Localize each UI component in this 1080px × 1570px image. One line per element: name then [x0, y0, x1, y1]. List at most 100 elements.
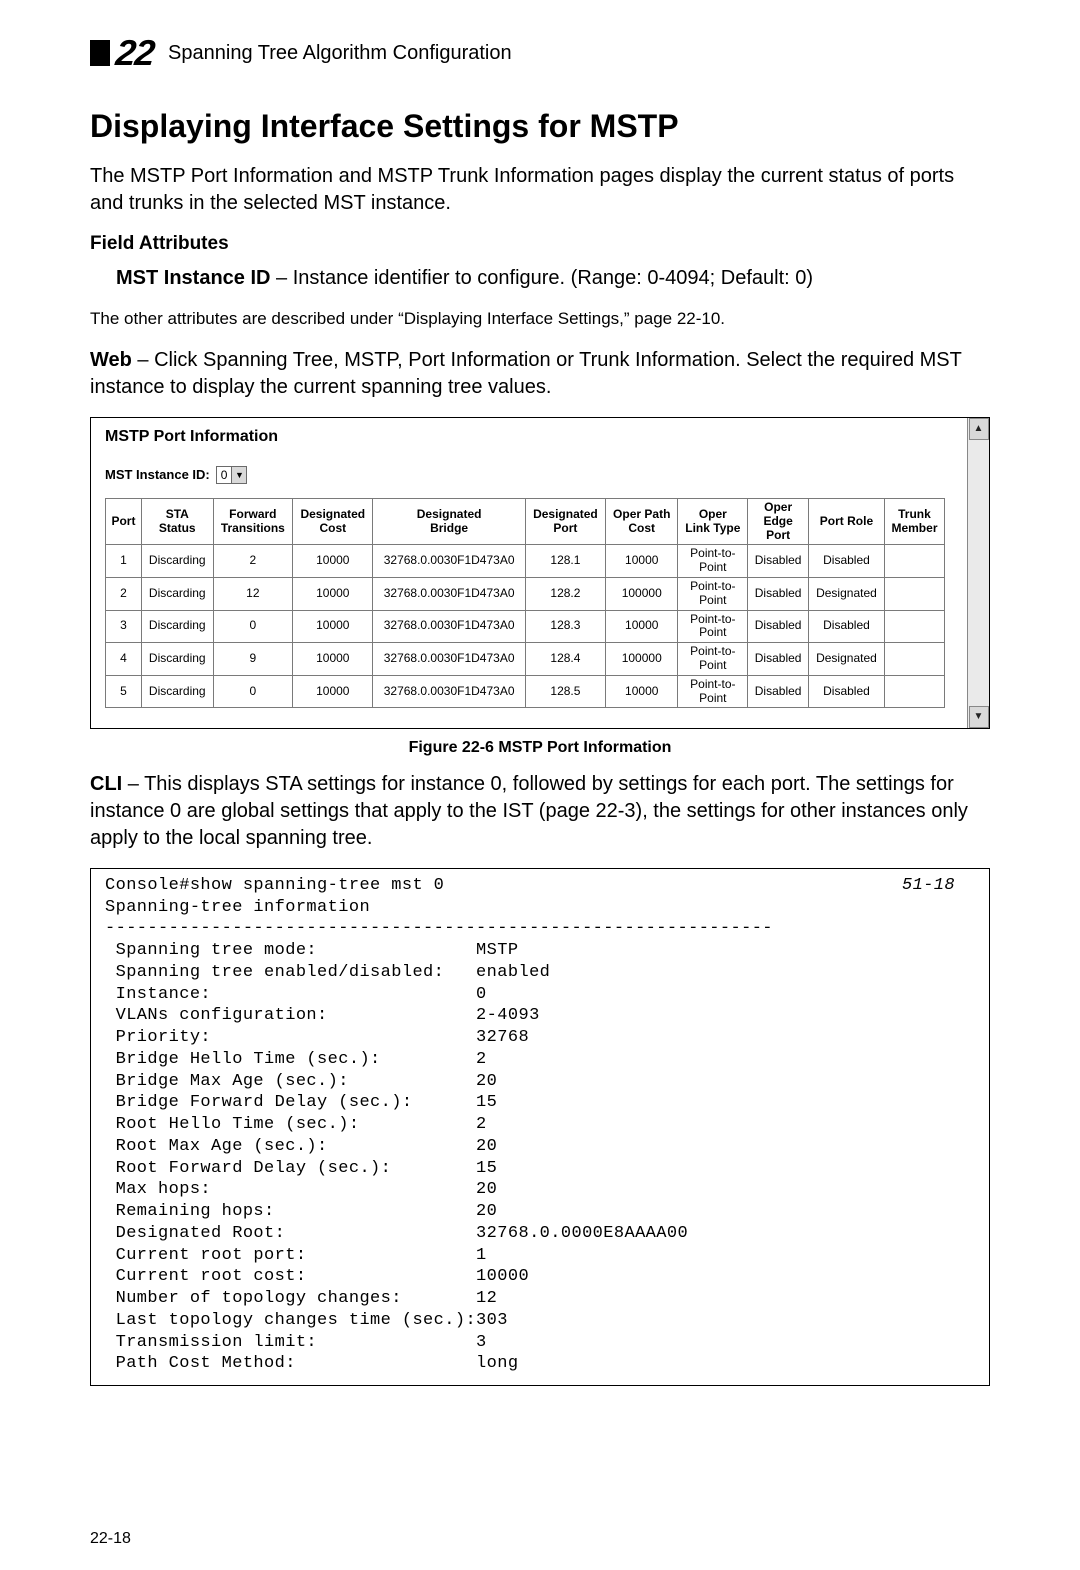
- cell: 32768.0.0030F1D473A0: [373, 577, 525, 610]
- mst-instance-select[interactable]: 0 ▼: [216, 466, 248, 484]
- cell: 32768.0.0030F1D473A0: [373, 610, 525, 643]
- cell: 0: [213, 610, 293, 643]
- cell: 4: [106, 643, 142, 676]
- cell: 10000: [293, 675, 373, 708]
- cell: 10000: [606, 545, 678, 578]
- cell: Disabled: [748, 545, 809, 578]
- table-body: 1Discarding21000032768.0.0030F1D473A0128…: [106, 545, 945, 708]
- cell: 0: [213, 675, 293, 708]
- mst-instance-label: MST Instance ID:: [105, 467, 210, 482]
- cell: 10000: [293, 545, 373, 578]
- mstp-port-info-panel: MSTP Port Information MST Instance ID: 0…: [90, 417, 990, 729]
- cell: [884, 577, 944, 610]
- cell: Discarding: [141, 675, 213, 708]
- intro-paragraph: The MSTP Port Information and MSTP Trunk…: [90, 163, 990, 217]
- cell: Disabled: [748, 577, 809, 610]
- scrollbar[interactable]: ▲ ▼: [967, 418, 989, 728]
- scroll-up-icon[interactable]: ▲: [969, 418, 989, 440]
- cell: Discarding: [141, 643, 213, 676]
- web-paragraph: Web – Click Spanning Tree, MSTP, Port In…: [90, 347, 990, 401]
- cli-prefix: CLI: [90, 773, 122, 795]
- col-fwd-transitions: ForwardTransitions: [213, 498, 293, 544]
- col-port-role: Port Role: [808, 498, 884, 544]
- field-attribute-desc: – Instance identifier to configure. (Ran…: [270, 267, 813, 289]
- table-header-row: Port STAStatus ForwardTransitions Design…: [106, 498, 945, 544]
- col-designated-cost: DesignatedCost: [293, 498, 373, 544]
- col-oper-path-cost: Oper PathCost: [606, 498, 678, 544]
- field-attribute-item: MST Instance ID – Instance identifier to…: [90, 265, 990, 292]
- running-head: 22 Spanning Tree Algorithm Configuration: [90, 32, 990, 74]
- cell: [884, 643, 944, 676]
- cell: 128.5: [525, 675, 605, 708]
- cell: Disabled: [808, 545, 884, 578]
- web-text: – Click Spanning Tree, MSTP, Port Inform…: [90, 349, 962, 398]
- mstp-port-table: Port STAStatus ForwardTransitions Design…: [105, 498, 945, 708]
- cell: [884, 675, 944, 708]
- web-prefix: Web: [90, 349, 132, 371]
- table-row: 1Discarding21000032768.0.0030F1D473A0128…: [106, 545, 945, 578]
- cell: Point-to-Point: [678, 675, 748, 708]
- page-number: 22-18: [90, 1530, 131, 1548]
- page-heading: Displaying Interface Settings for MSTP: [90, 108, 990, 145]
- cell: Disabled: [748, 643, 809, 676]
- cell: Disabled: [748, 675, 809, 708]
- col-port: Port: [106, 498, 142, 544]
- cell: Point-to-Point: [678, 643, 748, 676]
- cell: Disabled: [808, 675, 884, 708]
- col-oper-link-type: OperLink Type: [678, 498, 748, 544]
- col-oper-edge-port: OperEdgePort: [748, 498, 809, 544]
- col-trunk-member: TrunkMember: [884, 498, 944, 544]
- chapter-badge: 22: [90, 32, 154, 74]
- cell: 128.1: [525, 545, 605, 578]
- field-attribute-label: MST Instance ID: [116, 267, 270, 289]
- cell: Disabled: [808, 610, 884, 643]
- cell: 2: [106, 577, 142, 610]
- cli-paragraph: CLI – This displays STA settings for ins…: [90, 771, 990, 852]
- scroll-down-icon[interactable]: ▼: [969, 706, 989, 728]
- chapter-title: Spanning Tree Algorithm Configuration: [168, 42, 512, 65]
- chevron-down-icon[interactable]: ▼: [231, 467, 246, 483]
- cli-output-text: Console#show spanning-tree mst 0 Spannin…: [105, 876, 773, 1374]
- cell: Disabled: [748, 610, 809, 643]
- col-designated-bridge: DesignatedBridge: [373, 498, 525, 544]
- cell: Discarding: [141, 577, 213, 610]
- cell: 10000: [606, 610, 678, 643]
- col-designated-port: DesignatedPort: [525, 498, 605, 544]
- cell: Designated: [808, 577, 884, 610]
- cell: 32768.0.0030F1D473A0: [373, 643, 525, 676]
- table-row: 4Discarding91000032768.0.0030F1D473A0128…: [106, 643, 945, 676]
- cell: Discarding: [141, 545, 213, 578]
- cell: 10000: [293, 577, 373, 610]
- cell: 12: [213, 577, 293, 610]
- cell: [884, 610, 944, 643]
- cell: 100000: [606, 643, 678, 676]
- cell: 1: [106, 545, 142, 578]
- cell: Point-to-Point: [678, 610, 748, 643]
- figure-caption: Figure 22-6 MSTP Port Information: [90, 739, 990, 757]
- table-row: 3Discarding01000032768.0.0030F1D473A0128…: [106, 610, 945, 643]
- cell: 128.4: [525, 643, 605, 676]
- mst-instance-row: MST Instance ID: 0 ▼: [105, 466, 953, 484]
- cell: 10000: [293, 610, 373, 643]
- cell: Designated: [808, 643, 884, 676]
- cli-text: – This displays STA settings for instanc…: [90, 773, 968, 849]
- cli-page-ref: 51-18: [902, 875, 955, 897]
- cell: Point-to-Point: [678, 545, 748, 578]
- cell: 9: [213, 643, 293, 676]
- cell: 5: [106, 675, 142, 708]
- cell: 128.2: [525, 577, 605, 610]
- field-attributes-heading: Field Attributes: [90, 233, 990, 255]
- chapter-number: 22: [114, 32, 156, 74]
- panel-title: MSTP Port Information: [105, 428, 953, 446]
- cell: 32768.0.0030F1D473A0: [373, 545, 525, 578]
- cell: [884, 545, 944, 578]
- col-sta-status: STAStatus: [141, 498, 213, 544]
- cli-output: 51-18 Console#show spanning-tree mst 0 Sp…: [90, 868, 990, 1386]
- chapter-box-icon: [90, 40, 110, 66]
- table-row: 2Discarding121000032768.0.0030F1D473A012…: [106, 577, 945, 610]
- cell: 10000: [293, 643, 373, 676]
- cell: 2: [213, 545, 293, 578]
- cell: 128.3: [525, 610, 605, 643]
- cell: Point-to-Point: [678, 577, 748, 610]
- cell: 100000: [606, 577, 678, 610]
